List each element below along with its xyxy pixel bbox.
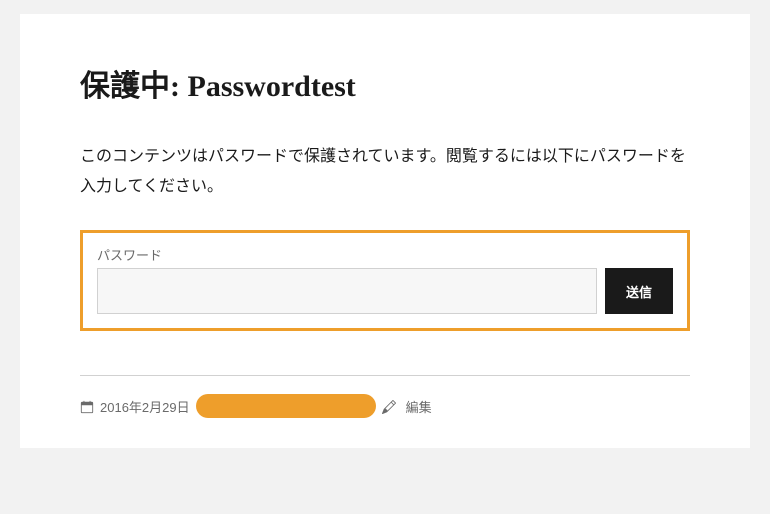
password-row: 送信 bbox=[97, 268, 673, 314]
password-label: パスワード bbox=[97, 245, 673, 264]
post-entry: 保護中: Passwordtest このコンテンツはパスワードで保護されています… bbox=[20, 14, 750, 448]
edit-icon bbox=[382, 399, 396, 415]
post-footer: 2016年2月29日 編集 bbox=[80, 375, 690, 418]
password-protected-message: このコンテンツはパスワードで保護されています。閲覧するには以下にパスワードを入力… bbox=[80, 142, 690, 203]
submit-button[interactable]: 送信 bbox=[605, 268, 673, 314]
password-form: パスワード 送信 bbox=[80, 230, 690, 331]
post-author-redacted bbox=[196, 394, 376, 418]
post-date: 2016年2月29日 bbox=[100, 397, 190, 416]
post-title: 保護中: Passwordtest bbox=[80, 68, 690, 106]
calendar-icon bbox=[80, 399, 94, 415]
edit-link[interactable]: 編集 bbox=[406, 397, 432, 416]
password-input[interactable] bbox=[97, 268, 597, 314]
post-content: このコンテンツはパスワードで保護されています。閲覧するには以下にパスワードを入力… bbox=[80, 142, 690, 332]
